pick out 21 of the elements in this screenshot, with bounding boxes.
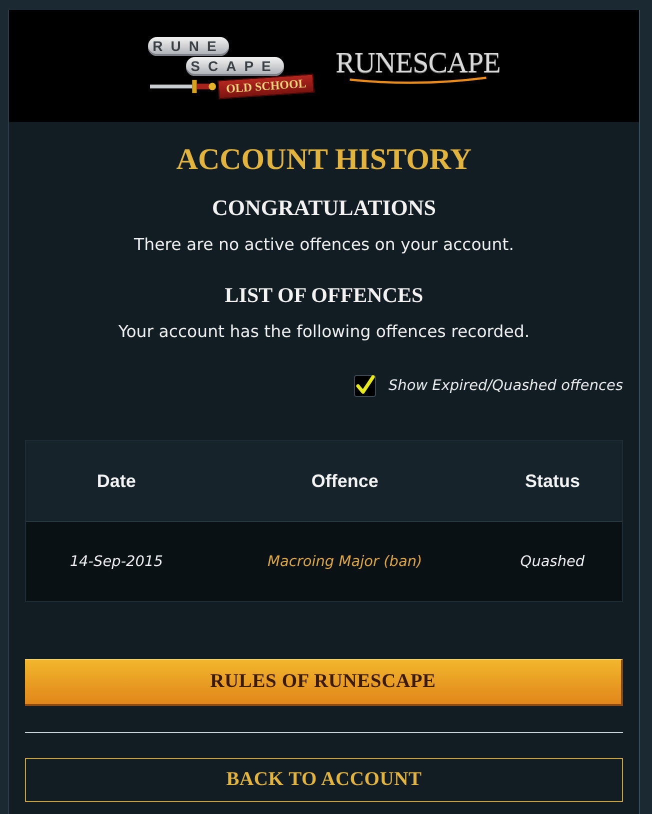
checkbox-label: Show Expired/Quashed offences (388, 378, 623, 394)
logo-banner: OLD SCHOOL (217, 73, 315, 99)
page-title: ACCOUNT HISTORY (176, 142, 472, 178)
logo-stone-text: SCAPE (186, 56, 284, 76)
section-heading: CONGRATULATIONS (212, 194, 436, 222)
rules-button[interactable]: RULES OF RUNESCAPE (25, 659, 623, 706)
logo-stone-text: RUNE (148, 36, 230, 56)
table-cell: Quashed (482, 522, 622, 601)
section-heading: LIST OF OFFENCES (224, 282, 424, 309)
sword-icon (150, 78, 216, 94)
section-text: Your account has the following offences recorded. (118, 321, 530, 343)
column-header: Status (482, 441, 622, 522)
table-cell: Macroing Major (ban) (206, 522, 483, 601)
table-cell: 14-Sep-2015 (26, 522, 207, 601)
back-button[interactable]: BACK TO ACCOUNT (25, 758, 623, 802)
section-text: There are no active offences on your account. (134, 234, 514, 256)
checkbox[interactable] (354, 375, 376, 397)
column-header: Date (26, 441, 207, 522)
logo-wordmark: RUNESCAPE (336, 47, 500, 79)
column-header: Offence (206, 441, 483, 522)
swirl-icon (348, 76, 488, 85)
